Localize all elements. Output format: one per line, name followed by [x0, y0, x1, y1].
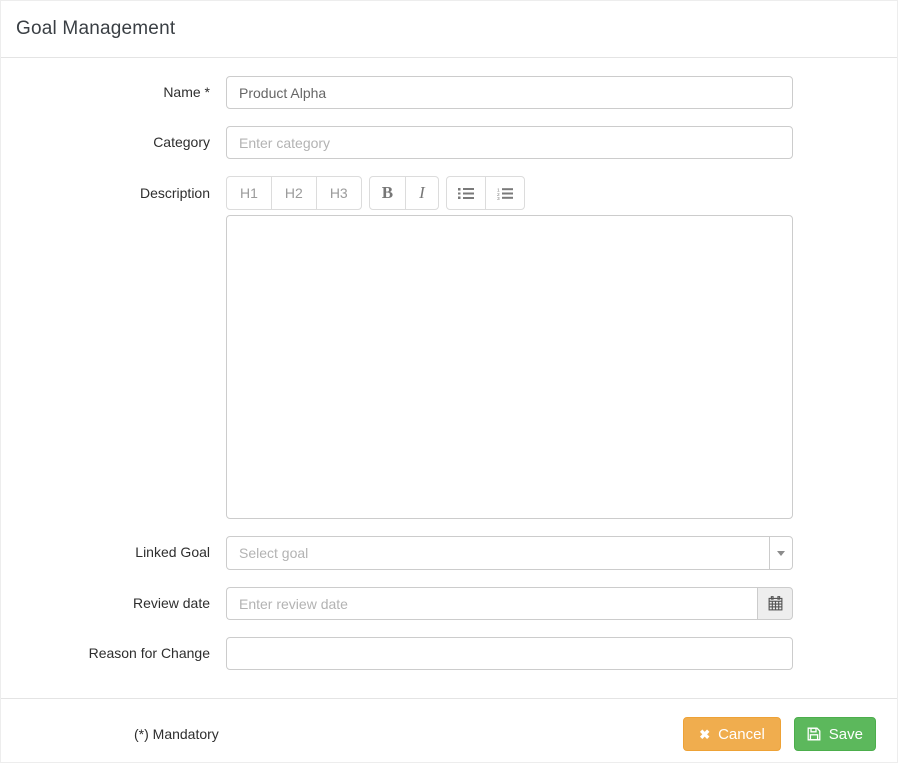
description-row: Description H1 H2 H3 B I 1 2 3 [1, 176, 897, 519]
linked-goal-label: Linked Goal [135, 544, 210, 560]
calendar-button[interactable] [757, 587, 793, 620]
italic-button[interactable]: I [405, 176, 439, 210]
mandatory-note: (*) Mandatory [134, 726, 219, 742]
goal-management-panel: Goal Management Name * Category Descript… [0, 0, 898, 763]
goal-form: Name * Category Description H1 H2 H3 [1, 58, 897, 670]
list-ul-icon [457, 187, 474, 199]
ordered-list-button[interactable]: 1 2 3 [484, 176, 525, 210]
review-date-label: Review date [132, 595, 210, 611]
category-label: Category [153, 134, 210, 150]
description-editor[interactable] [226, 215, 793, 519]
reason-label: Reason for Change [88, 645, 210, 661]
select-arrow-box [769, 537, 792, 569]
category-row: Category [1, 126, 897, 159]
name-input[interactable] [226, 76, 793, 109]
heading-button-group: H1 H2 H3 [226, 176, 362, 210]
description-label: Description [139, 185, 210, 201]
name-row: Name * [1, 76, 897, 109]
linked-goal-select[interactable]: Select goal [226, 536, 793, 570]
reason-row: Reason for Change [1, 637, 897, 670]
bold-button[interactable]: B [368, 176, 407, 210]
heading1-button[interactable]: H1 [226, 176, 272, 210]
linked-goal-placeholder: Select goal [239, 545, 309, 561]
x-icon: ✖ [699, 726, 711, 742]
review-date-input[interactable] [226, 587, 757, 620]
description-toolbar: H1 H2 H3 B I 1 2 3 [226, 176, 793, 210]
calendar-icon [768, 596, 782, 611]
unordered-list-button[interactable] [445, 176, 486, 210]
svg-text:3: 3 [497, 196, 500, 200]
review-date-row: Review date [1, 587, 897, 620]
list-ol-icon: 1 2 3 [497, 187, 513, 200]
category-input[interactable] [226, 126, 793, 159]
reason-input[interactable] [226, 637, 793, 670]
heading3-button[interactable]: H3 [315, 176, 362, 210]
save-button-label: Save [828, 725, 863, 743]
panel-footer: (*) Mandatory ✖ Cancel Save [1, 698, 897, 751]
chevron-down-icon [777, 550, 785, 556]
format-button-group: B I [368, 176, 439, 210]
cancel-button-label: Cancel [718, 725, 765, 743]
heading2-button[interactable]: H2 [270, 176, 317, 210]
name-label: Name * [163, 84, 210, 100]
floppy-disk-icon [807, 727, 821, 741]
linked-goal-row: Linked Goal Select goal [1, 536, 897, 570]
page-title: Goal Management [16, 18, 176, 39]
save-button[interactable]: Save [793, 717, 876, 751]
panel-header: Goal Management [1, 1, 897, 58]
list-button-group: 1 2 3 [445, 176, 525, 210]
cancel-button[interactable]: ✖ Cancel [683, 717, 781, 751]
